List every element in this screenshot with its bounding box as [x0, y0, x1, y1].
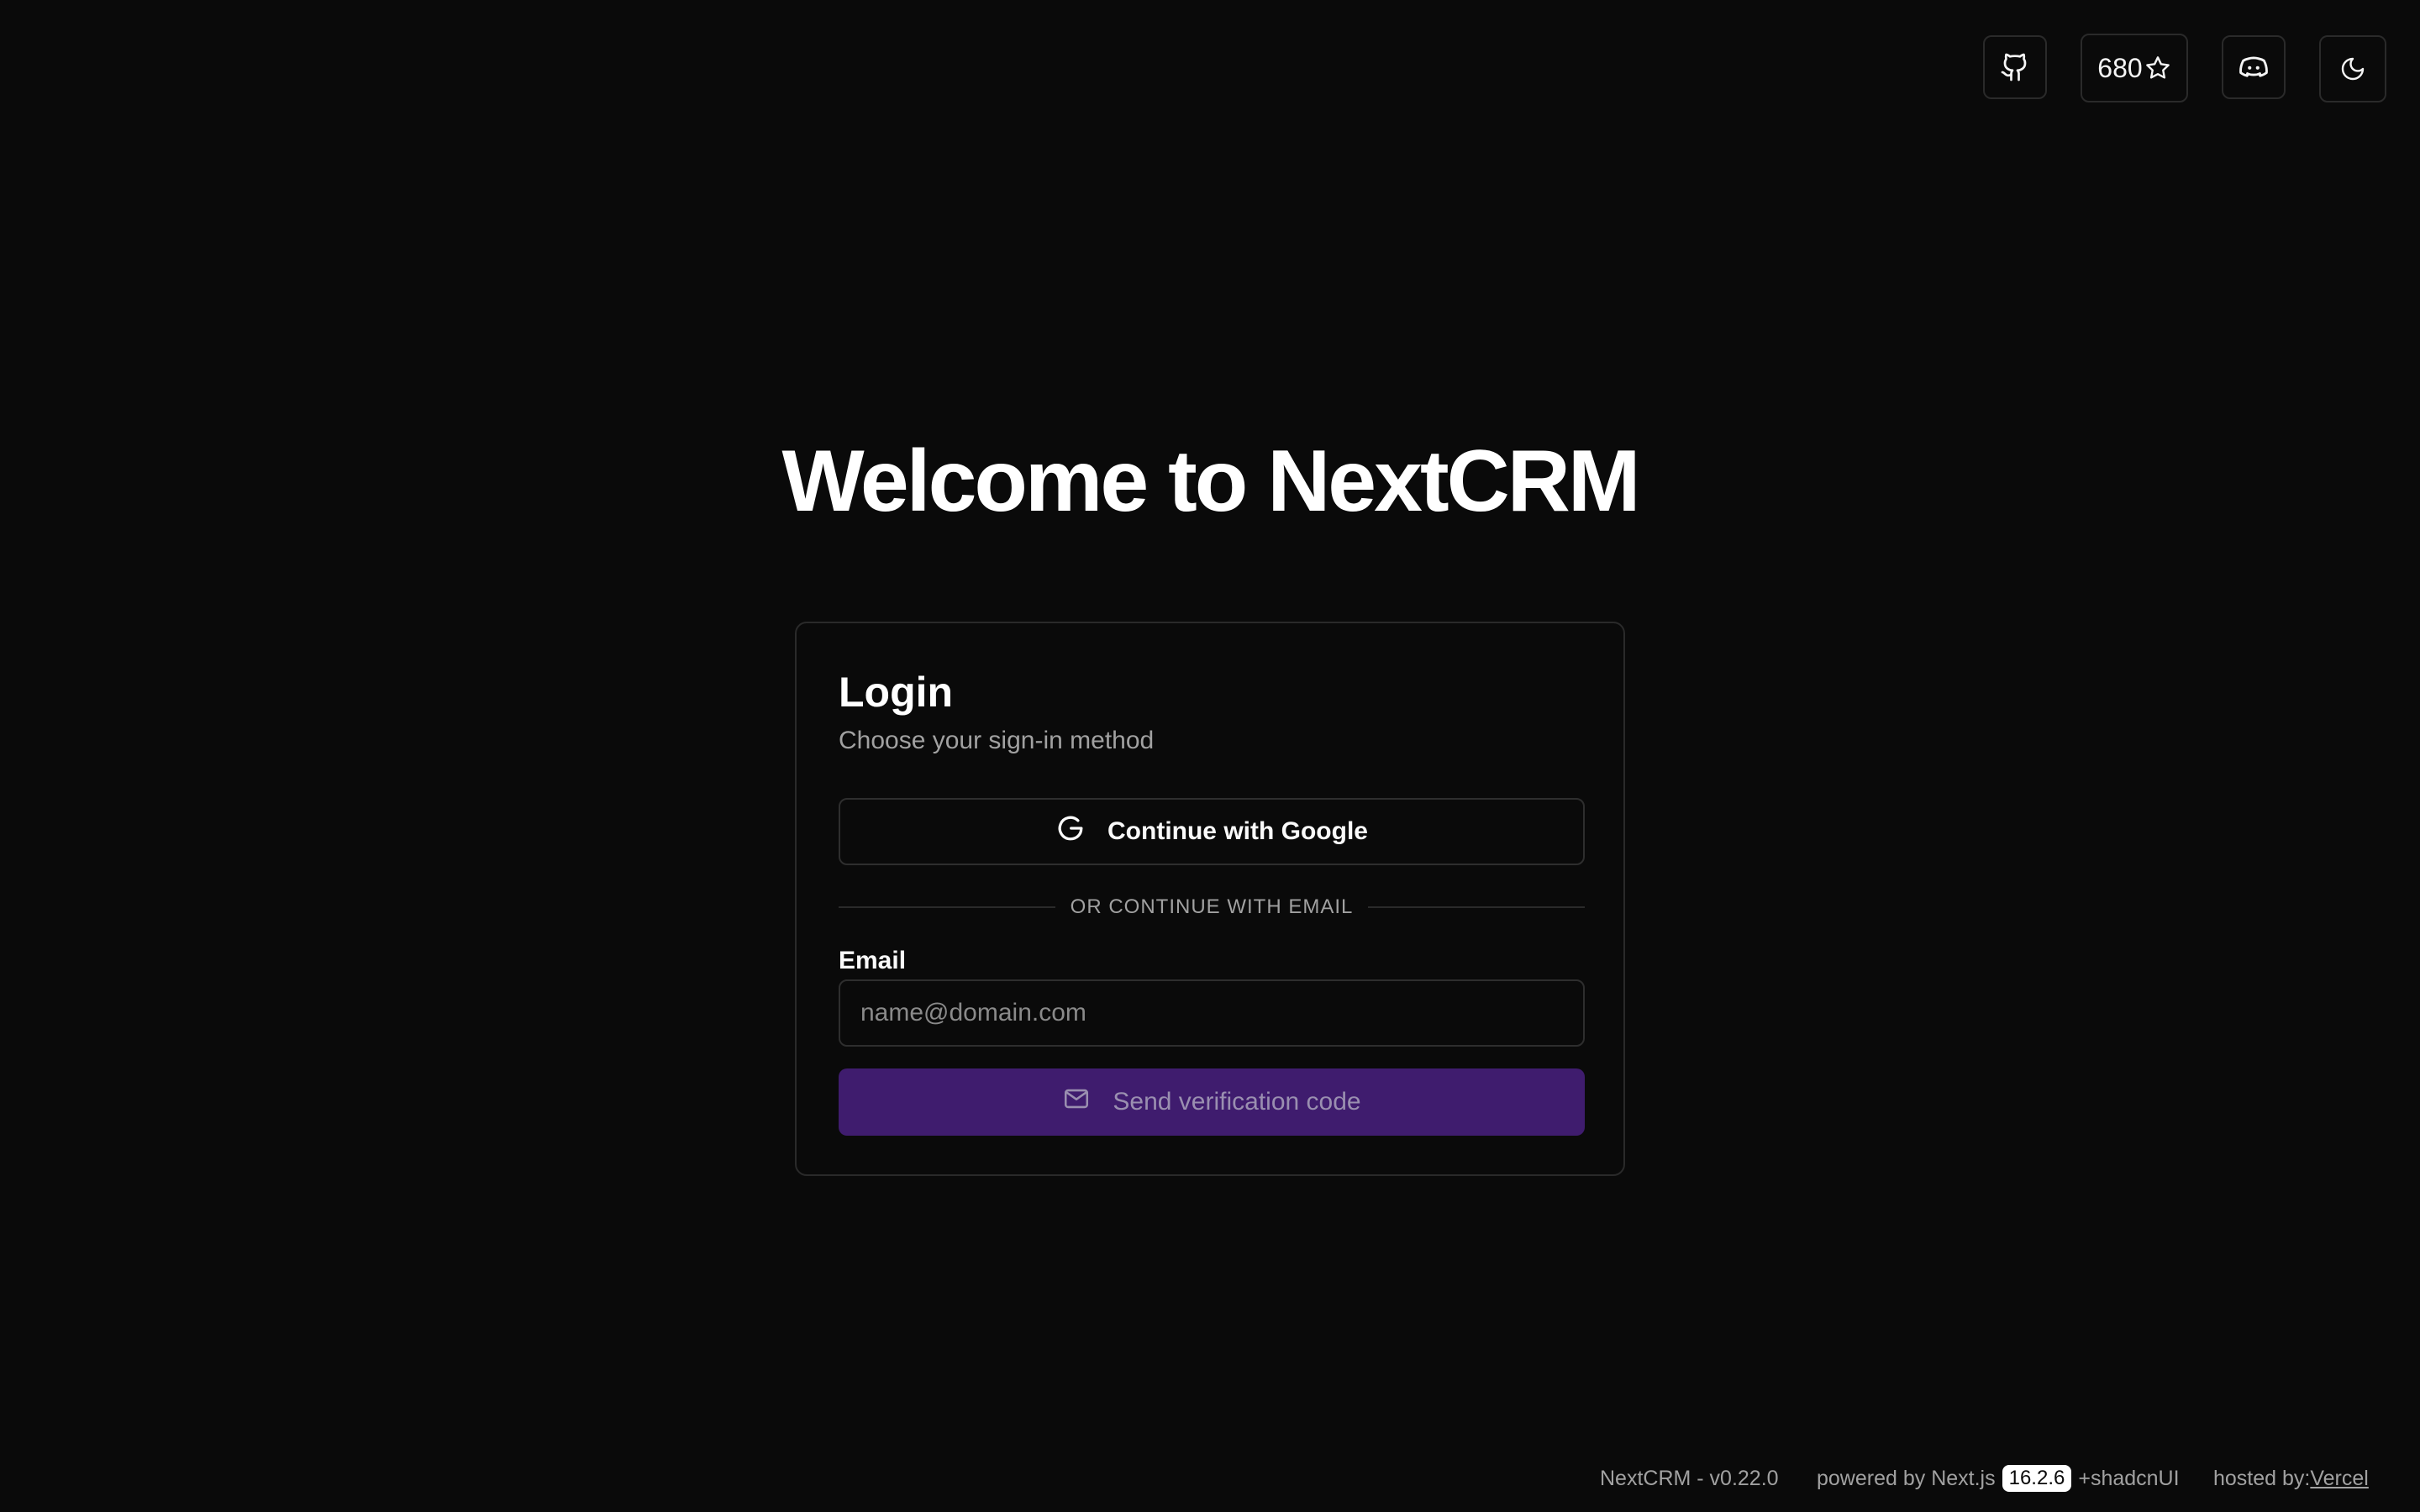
- star-icon: [2144, 55, 2171, 81]
- footer-powered-suffix: +shadcnUI: [2078, 1467, 2180, 1490]
- login-title: Login: [839, 669, 954, 716]
- google-signin-button[interactable]: Continue with Google: [839, 798, 1585, 865]
- email-label: Email: [839, 947, 907, 974]
- page-title: Welcome to NextCRM: [781, 433, 1641, 530]
- footer-powered-by: powered by Next.js 16.2.6 +shadcnUI: [1817, 1462, 2180, 1495]
- github-icon: [2000, 52, 2030, 82]
- divider-text: OR CONTINUE WITH EMAIL: [1070, 895, 1354, 918]
- vercel-link[interactable]: Vercel: [2310, 1467, 2368, 1490]
- discord-icon: [2238, 51, 2270, 83]
- discord-button[interactable]: [2222, 35, 2286, 99]
- google-icon: [1055, 813, 1086, 850]
- stars-count: 680: [2097, 52, 2143, 83]
- mail-icon: [1062, 1084, 1091, 1120]
- email-input[interactable]: [839, 979, 1585, 1047]
- send-verification-button[interactable]: Send verification code: [839, 1068, 1585, 1136]
- divider-line-left: [839, 906, 1055, 908]
- footer-hosted-prefix: hosted by:: [2213, 1467, 2311, 1490]
- github-stars-button[interactable]: 680: [2081, 34, 2188, 102]
- github-button[interactable]: [1983, 35, 2047, 99]
- footer-hosted-by: hosted by:Vercel: [2213, 1462, 2369, 1495]
- footer: NextCRM - v0.22.0 powered by Next.js 16.…: [0, 1462, 2420, 1495]
- divider-line-right: [1368, 906, 1586, 908]
- moon-icon: [2339, 55, 2366, 82]
- google-signin-label: Continue with Google: [1107, 817, 1368, 845]
- divider: OR CONTINUE WITH EMAIL: [839, 890, 1586, 924]
- nextjs-version-badge: 16.2.6: [2002, 1465, 2072, 1492]
- footer-version: NextCRM - v0.22.0: [1600, 1467, 1779, 1490]
- send-verification-label: Send verification code: [1113, 1088, 1361, 1116]
- login-subtitle: Choose your sign-in method: [839, 727, 1155, 754]
- footer-powered-prefix: powered by Next.js: [1817, 1467, 1996, 1490]
- login-card: Login Choose your sign-in method Continu…: [795, 622, 1625, 1176]
- theme-toggle-button[interactable]: [2319, 35, 2386, 102]
